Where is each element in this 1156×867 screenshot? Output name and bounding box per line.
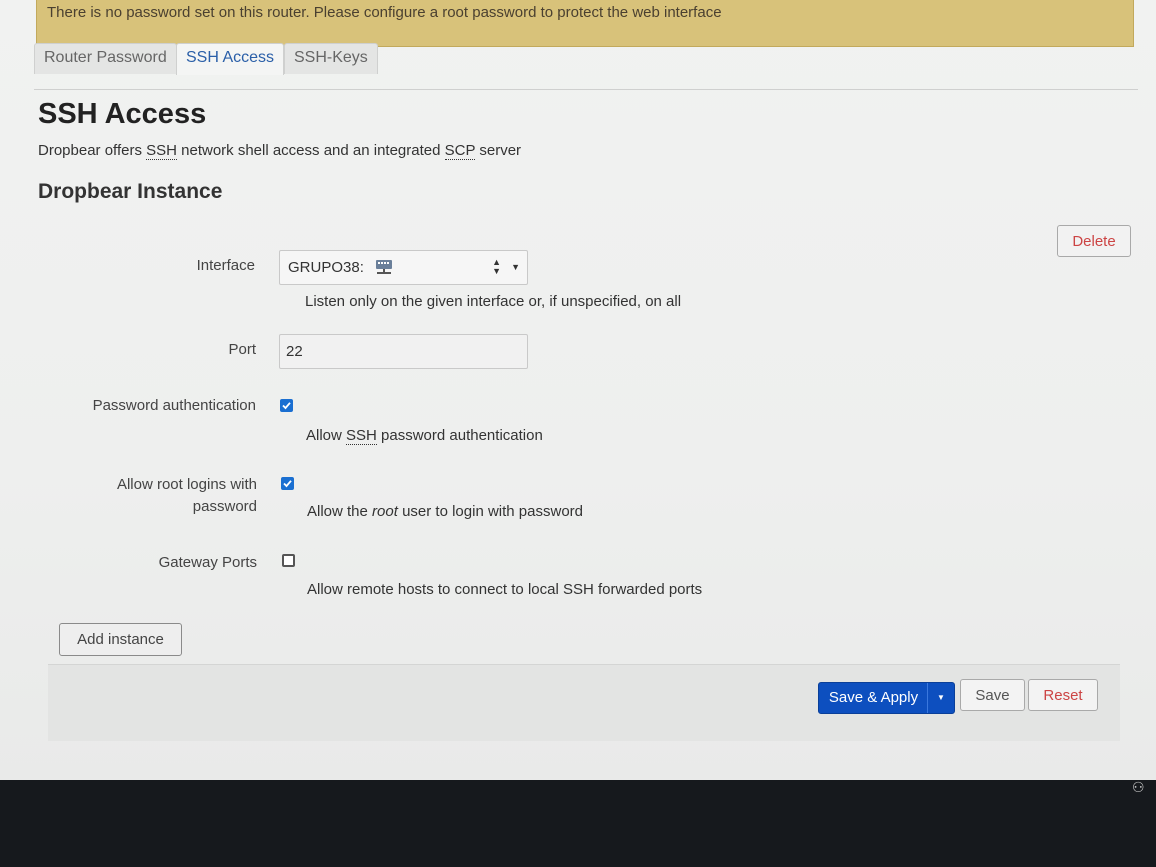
spinner-arrows-icon: ▲ ▼ xyxy=(492,257,501,276)
root-login-label-line1: Allow root logins with xyxy=(116,476,257,493)
delete-instance-button[interactable]: Delete xyxy=(1057,225,1131,257)
interface-description: Listen only on the given interface or, i… xyxy=(305,293,682,310)
root-user-emphasis: root xyxy=(372,503,398,520)
scp-abbreviation: SCP xyxy=(444,142,476,160)
root-login-description: Allow the root user to login with passwo… xyxy=(307,503,583,520)
port-input[interactable] xyxy=(279,334,528,369)
root-login-checkbox[interactable] xyxy=(281,477,294,490)
port-label: Port xyxy=(228,341,256,358)
dropdown-caret-icon[interactable]: ▼ xyxy=(927,683,954,713)
no-password-warning: There is no password set on this router.… xyxy=(36,0,1134,47)
password-auth-label: Password authentication xyxy=(92,397,256,414)
page-title: SSH Access xyxy=(38,98,207,130)
people-icon[interactable]: ⚇ xyxy=(1132,779,1145,796)
tab-bar: Router Password SSH Access SSH-Keys xyxy=(34,43,1138,90)
tab-router-password[interactable]: Router Password xyxy=(34,43,177,74)
os-taskbar xyxy=(0,780,1156,867)
description-suffix: server xyxy=(475,142,522,159)
network-icon xyxy=(374,257,394,279)
section-title: Dropbear Instance xyxy=(38,180,223,203)
tab-ssh-keys[interactable]: SSH-Keys xyxy=(284,43,378,74)
interface-select[interactable]: GRUPO38: ▲ ▼ ▼ xyxy=(279,250,528,285)
root-login-desc-prefix: Allow the xyxy=(307,503,373,520)
browser-viewport: There is no password set on this router.… xyxy=(0,0,1156,780)
save-button[interactable]: Save xyxy=(960,679,1025,711)
gateway-ports-description: Allow remote hosts to connect to local S… xyxy=(307,581,703,598)
password-auth-checkbox[interactable] xyxy=(280,399,293,412)
description-prefix: Dropbear offers xyxy=(38,142,147,159)
checkmark-icon xyxy=(282,402,291,410)
ssh-abbreviation: SSH xyxy=(146,142,177,160)
ssh-abbreviation: SSH xyxy=(346,427,377,445)
root-login-label: Allow root logins with password xyxy=(60,474,257,518)
reset-button[interactable]: Reset xyxy=(1028,679,1098,711)
root-login-desc-suffix: user to login with password xyxy=(397,503,583,520)
gateway-ports-label: Gateway Ports xyxy=(158,554,257,571)
save-apply-label: Save & Apply xyxy=(828,689,919,706)
gateway-ports-checkbox[interactable] xyxy=(282,554,295,567)
checkmark-icon xyxy=(283,480,292,488)
save-apply-button[interactable]: Save & Apply ▼ xyxy=(818,682,955,714)
page-description: Dropbear offers SSH network shell access… xyxy=(38,142,522,160)
interface-label: Interface xyxy=(196,257,255,274)
password-auth-desc-suffix: password authentication xyxy=(376,427,543,444)
warning-text: There is no password set on this router.… xyxy=(47,4,722,21)
chevron-down-icon: ▼ xyxy=(511,262,520,272)
add-instance-button[interactable]: Add instance xyxy=(59,623,182,656)
description-middle: network shell access and an integrated xyxy=(176,142,445,159)
tab-ssh-access[interactable]: SSH Access xyxy=(176,43,285,75)
password-auth-description: Allow SSH password authentication xyxy=(306,427,543,445)
root-login-label-line2: password xyxy=(192,498,257,515)
password-auth-desc-prefix: Allow xyxy=(306,427,347,444)
interface-value: GRUPO38: xyxy=(288,258,364,276)
